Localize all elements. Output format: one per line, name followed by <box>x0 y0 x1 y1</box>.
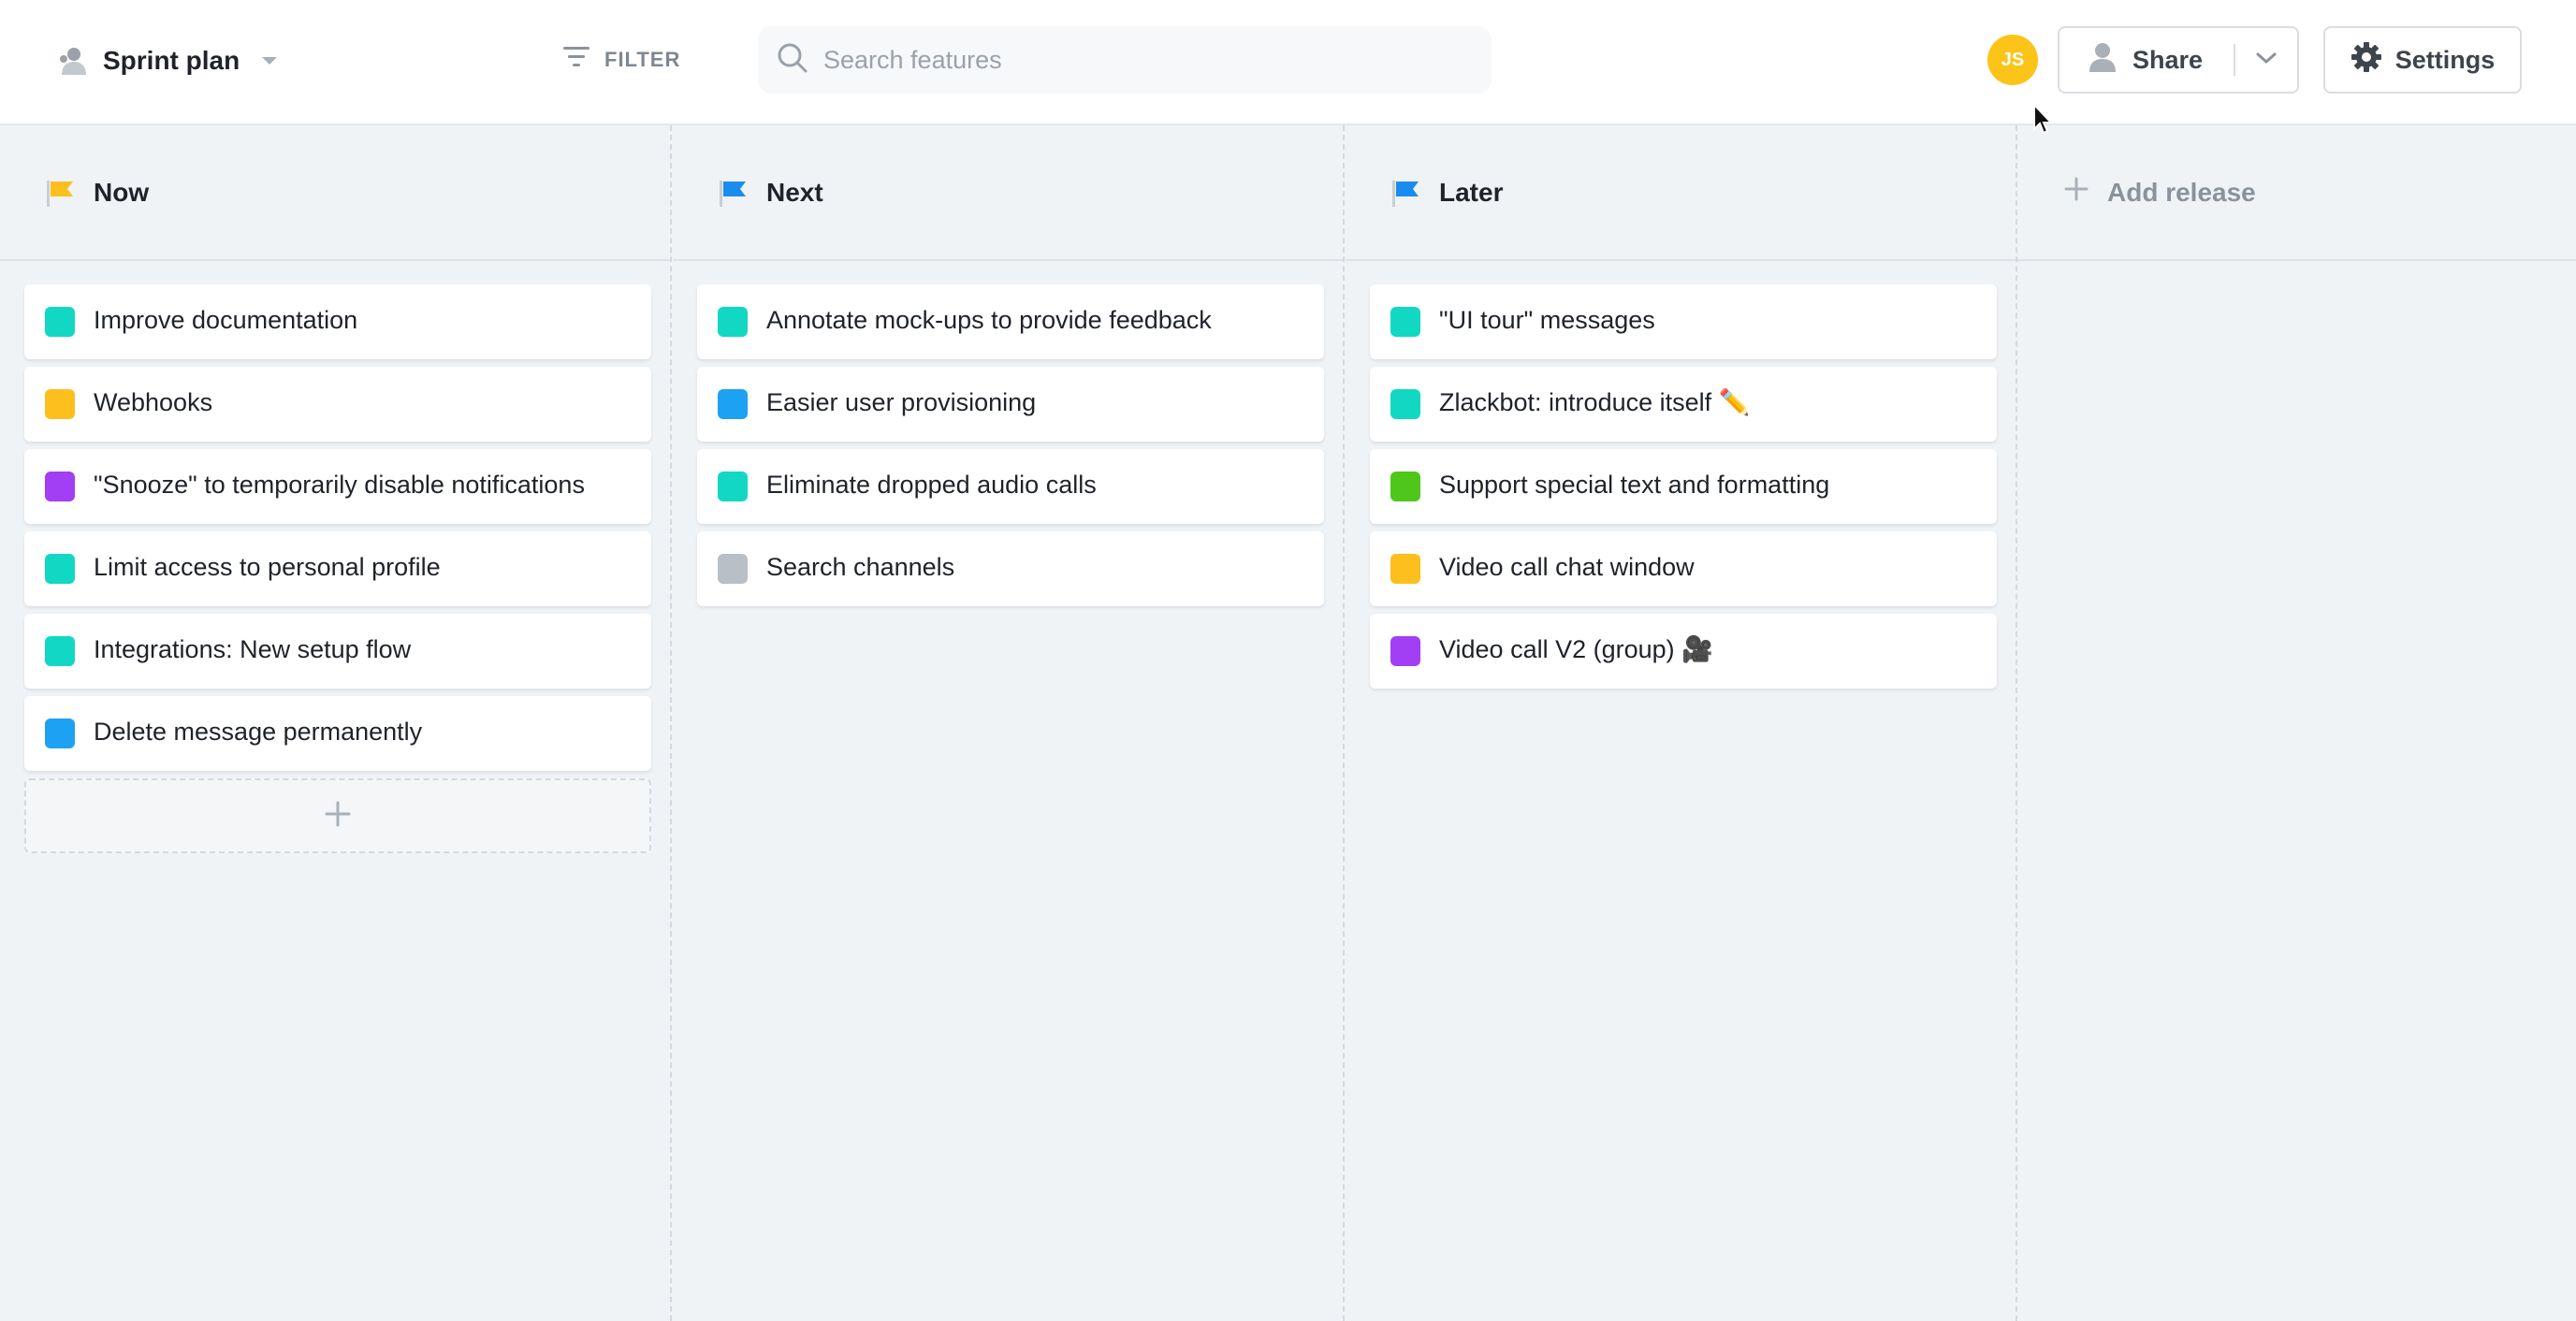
card-title: Video call V2 (group) 🎥 <box>1439 635 1713 663</box>
card-title: Improve documentation <box>94 306 358 334</box>
view-switcher[interactable]: Sprint plan <box>56 37 278 84</box>
feature-card[interactable]: Support special text and formatting <box>1370 449 1997 524</box>
feature-card[interactable]: "Snooze" to temporarily disable notifica… <box>24 449 651 524</box>
share-label: Share <box>2132 45 2204 74</box>
card-title: "Snooze" to temporarily disable notifica… <box>94 471 585 499</box>
column-header[interactable]: Now <box>0 125 670 261</box>
share-button-group: Share <box>2058 26 2299 94</box>
users-icon <box>56 45 88 77</box>
card-title: Annotate mock-ups to provide feedback <box>766 306 1212 334</box>
card-title: Search channels <box>766 553 955 581</box>
feature-card[interactable]: "UI tour" messages <box>1370 284 1997 359</box>
column-title: Now <box>94 177 150 207</box>
gear-icon <box>2350 41 2382 80</box>
column-header[interactable]: Next <box>673 125 1343 261</box>
share-options-button[interactable] <box>2235 28 2297 92</box>
feature-card[interactable]: Video call V2 (group) 🎥 <box>1370 614 1997 689</box>
feature-card[interactable]: Easier user provisioning <box>697 367 1324 442</box>
filter-button[interactable]: FILTER <box>561 41 680 79</box>
add-release-label: Add release <box>2107 177 2256 207</box>
view-title: Sprint plan <box>103 46 240 75</box>
status-dot <box>45 389 75 419</box>
column-next: Next Annotate mock-ups to provide feedba… <box>673 125 1345 1321</box>
card-title: Eliminate dropped audio calls <box>766 471 1097 499</box>
status-dot <box>45 554 75 584</box>
status-dot <box>718 389 748 419</box>
status-dot <box>1390 307 1420 337</box>
plus-icon <box>324 800 352 833</box>
column-header[interactable]: Later <box>1346 125 2016 261</box>
column-title: Next <box>766 177 823 207</box>
column-title: Later <box>1439 177 1504 207</box>
card-title: Video call chat window <box>1439 553 1695 581</box>
add-release-button[interactable]: Add release <box>2017 125 2576 261</box>
feature-card[interactable]: Annotate mock-ups to provide feedback <box>697 284 1324 359</box>
card-title: Easier user provisioning <box>766 388 1037 416</box>
status-dot <box>45 472 75 501</box>
feature-card[interactable]: Eliminate dropped audio calls <box>697 449 1324 524</box>
filter-label: FILTER <box>604 48 681 71</box>
status-dot <box>1390 472 1420 501</box>
status-dot <box>1390 636 1420 666</box>
card-title: Integrations: New setup flow <box>94 635 412 663</box>
plus-icon <box>2064 177 2088 208</box>
filter-icon <box>561 45 591 75</box>
feature-card[interactable]: Limit access to personal profile <box>24 531 651 606</box>
search-icon <box>777 42 808 79</box>
status-dot <box>45 307 75 337</box>
settings-button[interactable]: Settings <box>2323 26 2522 94</box>
card-list: Improve documentation Webhooks "Snooze" … <box>24 284 651 853</box>
user-icon <box>2088 41 2118 80</box>
settings-label: Settings <box>2394 45 2496 74</box>
status-dot <box>1390 389 1420 419</box>
flag-icon <box>1390 177 1422 209</box>
search-input[interactable] <box>823 45 1460 75</box>
status-dot <box>45 636 75 666</box>
card-list: "UI tour" messages Zlackbot: introduce i… <box>1370 284 1997 696</box>
feature-card[interactable]: Search channels <box>697 531 1324 606</box>
column-later: Later "UI tour" messages Zlackbot: intro… <box>1346 125 2017 1321</box>
top-bar: Sprint plan FILTER JS <box>0 0 2576 135</box>
feature-card[interactable]: Improve documentation <box>24 284 651 359</box>
avatar[interactable]: JS <box>1987 35 2038 85</box>
chevron-down-icon <box>262 57 278 65</box>
card-title: "UI tour" messages <box>1439 306 1655 334</box>
feature-card[interactable]: Zlackbot: introduce itself ✏️ <box>1370 367 1997 442</box>
feature-card[interactable]: Integrations: New setup flow <box>24 614 651 689</box>
status-dot <box>1390 554 1420 584</box>
card-title: Delete message permanently <box>94 718 423 746</box>
feature-card[interactable]: Delete message permanently <box>24 696 651 771</box>
status-dot <box>45 719 75 748</box>
roadmap-board: Now Improve documentation Webhooks "Snoo… <box>0 125 2576 1321</box>
card-title: Support special text and formatting <box>1439 471 1830 499</box>
status-dot <box>718 307 748 337</box>
status-dot <box>718 554 748 584</box>
card-title: Webhooks <box>94 388 213 416</box>
flag-icon <box>45 177 77 209</box>
feature-card[interactable]: Video call chat window <box>1370 531 1997 606</box>
status-dot <box>718 472 748 501</box>
flag-icon <box>718 177 750 209</box>
avatar-initials: JS <box>2001 49 2025 70</box>
card-title: Zlackbot: introduce itself ✏️ <box>1439 388 1751 416</box>
column-now: Now Improve documentation Webhooks "Snoo… <box>0 125 672 1321</box>
search-box <box>758 26 1492 94</box>
feature-card[interactable]: Webhooks <box>24 367 651 442</box>
share-button[interactable]: Share <box>2059 28 2234 92</box>
chevron-down-icon <box>2255 51 2278 70</box>
card-list: Annotate mock-ups to provide feedback Ea… <box>697 284 1324 614</box>
card-title: Limit access to personal profile <box>94 553 441 581</box>
add-card-button[interactable] <box>24 778 651 853</box>
